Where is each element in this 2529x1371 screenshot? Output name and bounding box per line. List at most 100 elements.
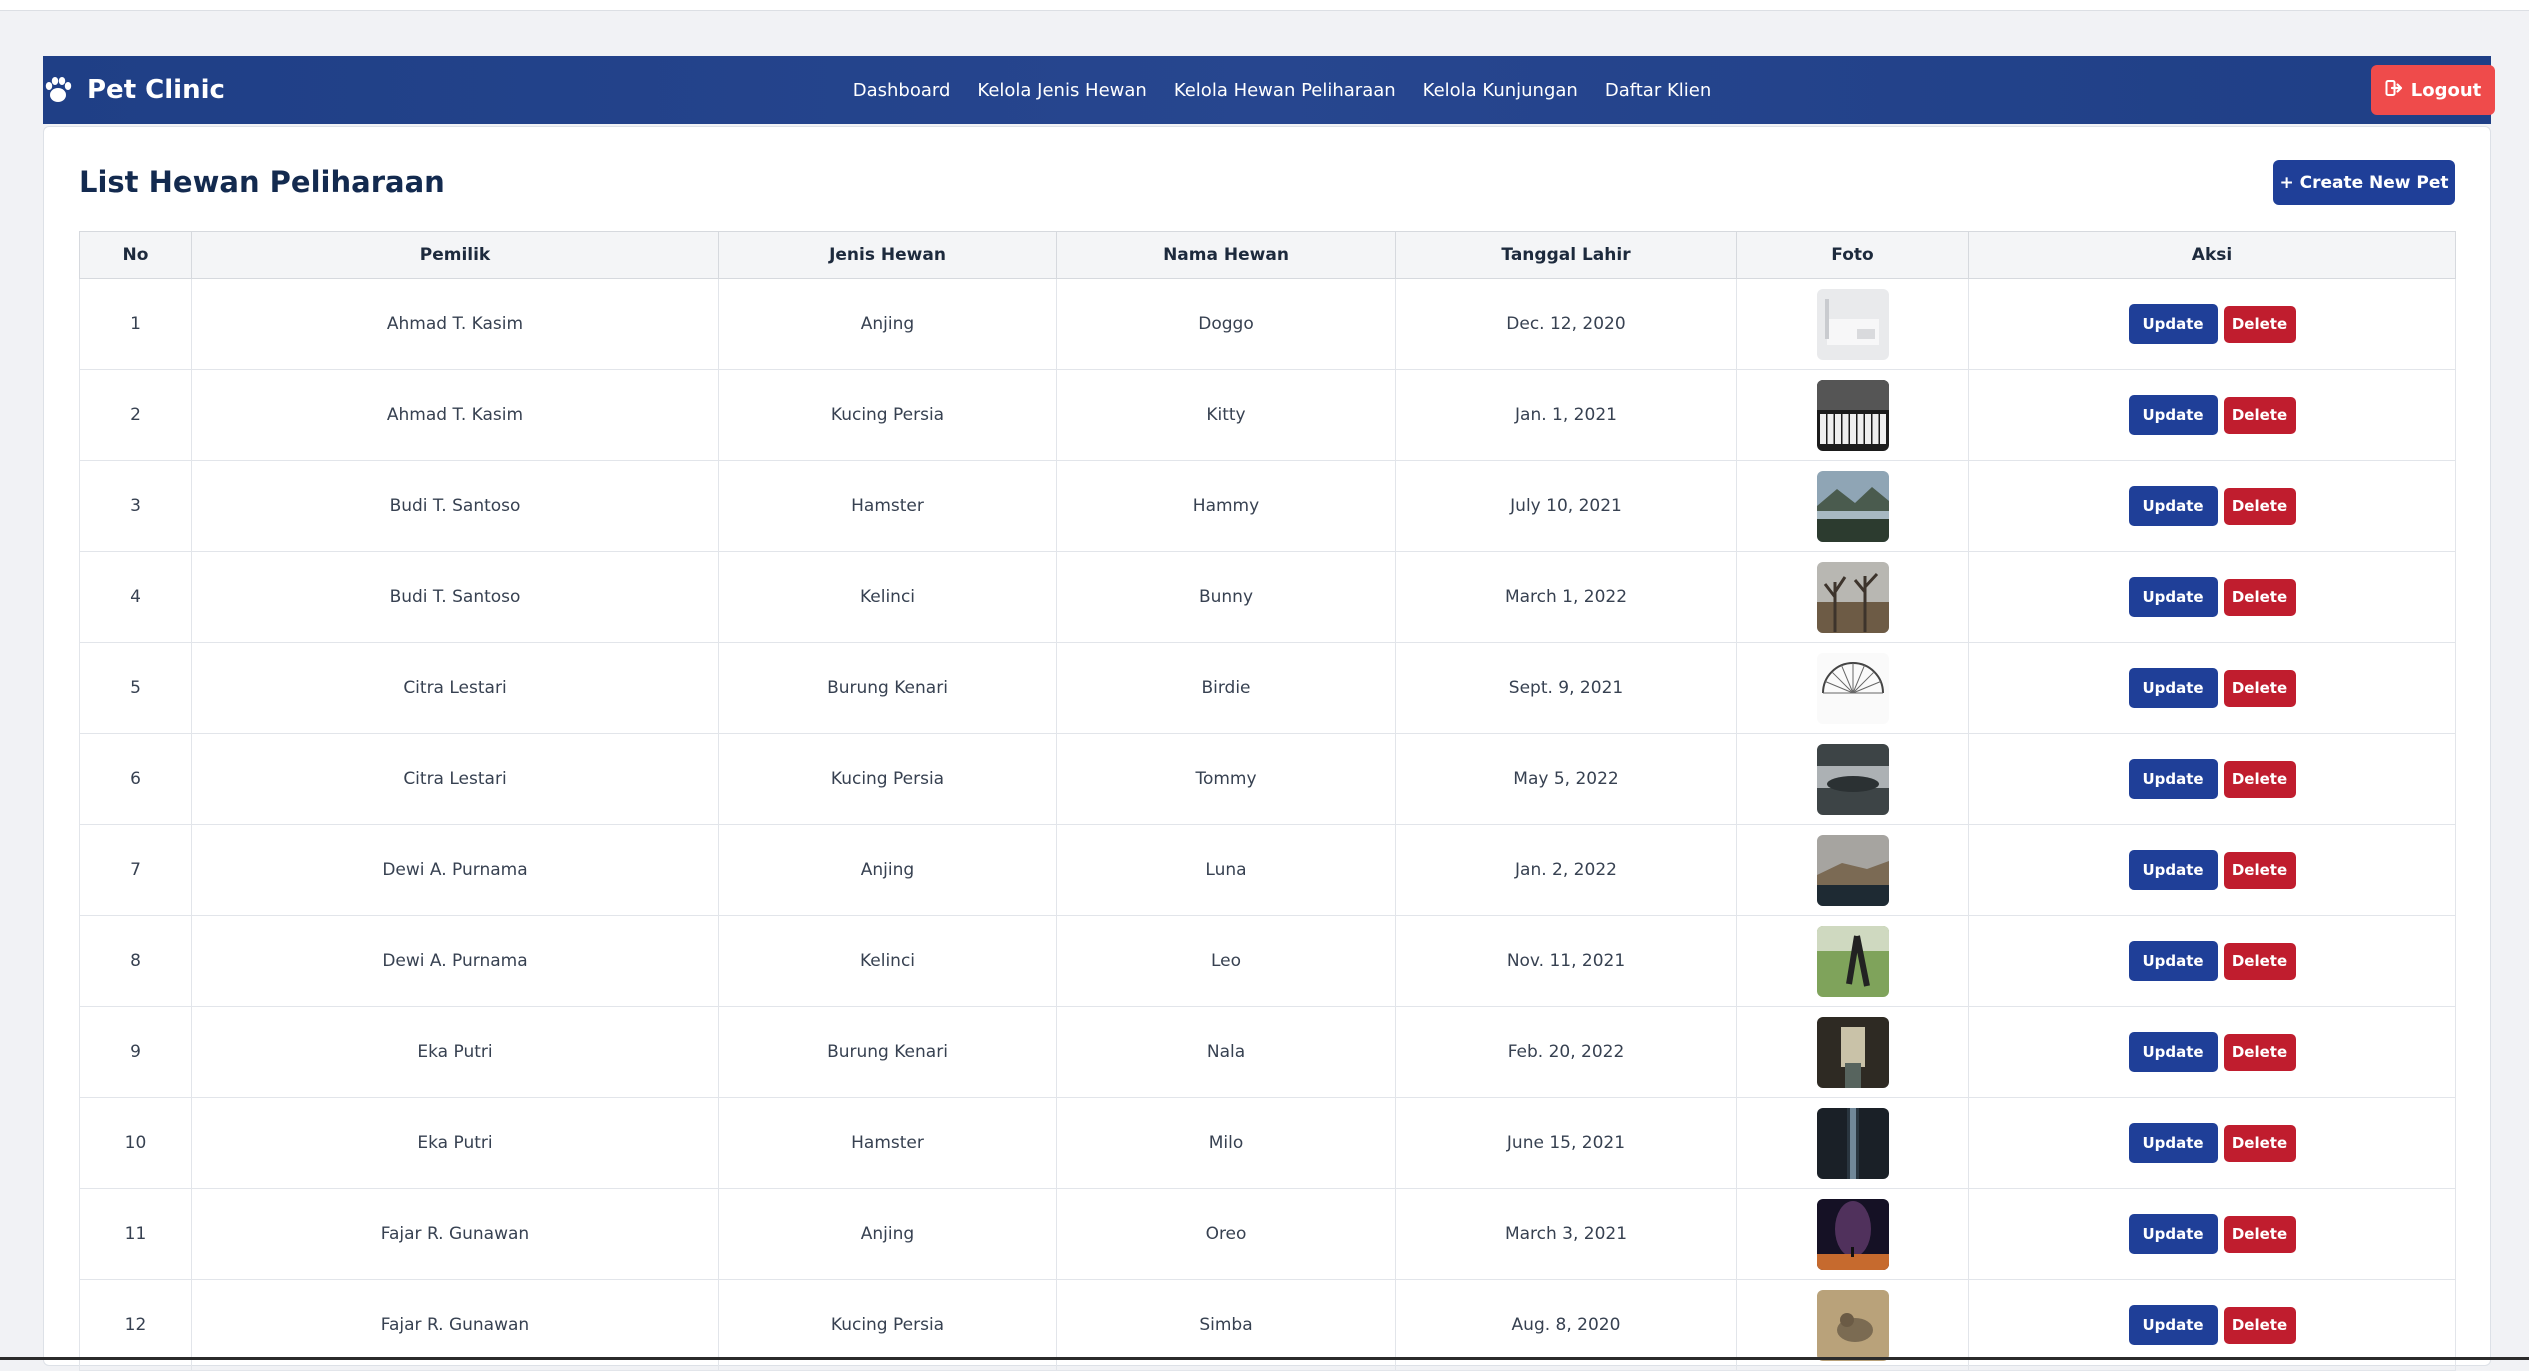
cell-aksi: Update Delete (1968, 1188, 2456, 1280)
cell-nama-hewan: Hammy (1056, 460, 1396, 552)
update-button[interactable]: Update (2128, 304, 2218, 344)
header-aksi: Aksi (1968, 231, 2456, 279)
cell-aksi: Update Delete (1968, 1097, 2456, 1189)
logout-button[interactable]: Logout (2371, 65, 2495, 115)
nav-kelola-hewan-peliharaan[interactable]: Kelola Hewan Peliharaan (1174, 80, 1396, 101)
header-no[interactable]: No (79, 231, 192, 279)
create-new-pet-button[interactable]: + Create New Pet (2273, 160, 2455, 205)
cell-jenis-hewan: Hamster (718, 460, 1057, 552)
header-jenis-hewan[interactable]: Jenis Hewan (718, 231, 1057, 279)
pet-photo (1816, 1198, 1889, 1270)
cell-aksi: Update Delete (1968, 278, 2456, 370)
cell-nama-hewan: Milo (1056, 1097, 1396, 1189)
delete-button[interactable]: Delete (2223, 1033, 2296, 1071)
table-row: 2 Ahmad T. Kasim Kucing Persia Kitty Jan. 1,… (79, 369, 2456, 461)
cell-foto (1736, 733, 1969, 825)
logout-icon (2385, 79, 2403, 102)
table-row: 9 Eka Putri Burung Kenari Nala Feb. 20, 2022… (79, 1006, 2456, 1098)
header-nama-hewan[interactable]: Nama Hewan (1056, 231, 1396, 279)
pet-photo (1816, 743, 1889, 815)
cell-tanggal-lahir: Nov. 11, 2021 (1395, 915, 1737, 1007)
cell-no: 2 (79, 369, 192, 461)
delete-button[interactable]: Delete (2223, 578, 2296, 616)
delete-button[interactable]: Delete (2223, 305, 2296, 343)
cell-foto (1736, 278, 1969, 370)
cell-no: 9 (79, 1006, 192, 1098)
cell-tanggal-lahir: March 3, 2021 (1395, 1188, 1737, 1280)
cell-aksi: Update Delete (1968, 733, 2456, 825)
row-actions: Update Delete (1969, 395, 2455, 435)
cell-foto (1736, 642, 1969, 734)
pet-photo (1816, 470, 1889, 542)
row-actions: Update Delete (1969, 850, 2455, 890)
table-row: 5 Citra Lestari Burung Kenari Birdie Sept. 9… (79, 642, 2456, 734)
cell-no: 5 (79, 642, 192, 734)
delete-button[interactable]: Delete (2223, 851, 2296, 889)
cell-pemilik: Citra Lestari (191, 642, 719, 734)
nav-kelola-jenis-hewan[interactable]: Kelola Jenis Hewan (977, 80, 1146, 101)
row-actions: Update Delete (1969, 941, 2455, 981)
cell-pemilik: Ahmad T. Kasim (191, 369, 719, 461)
update-button[interactable]: Update (2128, 1032, 2218, 1072)
cell-pemilik: Budi T. Santoso (191, 551, 719, 643)
cell-foto (1736, 1097, 1969, 1189)
cell-no: 6 (79, 733, 192, 825)
row-actions: Update Delete (1969, 486, 2455, 526)
cell-tanggal-lahir: May 5, 2022 (1395, 733, 1737, 825)
row-actions: Update Delete (1969, 1214, 2455, 1254)
update-button[interactable]: Update (2128, 941, 2218, 981)
pet-photo (1816, 1107, 1889, 1179)
update-button[interactable]: Update (2128, 577, 2218, 617)
header-pemilik[interactable]: Pemilik (191, 231, 719, 279)
cell-tanggal-lahir: June 15, 2021 (1395, 1097, 1737, 1189)
table-row: 7 Dewi A. Purnama Anjing Luna Jan. 2, 2022 Up… (79, 824, 2456, 916)
delete-button[interactable]: Delete (2223, 487, 2296, 525)
nav-kelola-kunjungan[interactable]: Kelola Kunjungan (1423, 80, 1578, 101)
cell-pemilik: Dewi A. Purnama (191, 915, 719, 1007)
table-header-row: No Pemilik Jenis Hewan Nama Hewan Tangga… (79, 231, 2456, 279)
cell-nama-hewan: Tommy (1056, 733, 1396, 825)
pet-photo (1816, 1016, 1889, 1088)
delete-button[interactable]: Delete (2223, 942, 2296, 980)
cell-aksi: Update Delete (1968, 915, 2456, 1007)
update-button[interactable]: Update (2128, 486, 2218, 526)
delete-button[interactable]: Delete (2223, 760, 2296, 798)
logout-label: Logout (2410, 79, 2482, 101)
header-tanggal-lahir[interactable]: Tanggal Lahir (1395, 231, 1737, 279)
table-row: 8 Dewi A. Purnama Kelinci Leo Nov. 11, 2021 U… (79, 915, 2456, 1007)
row-actions: Update Delete (1969, 1032, 2455, 1072)
update-button[interactable]: Update (2128, 1305, 2218, 1345)
nav-dashboard[interactable]: Dashboard (853, 80, 951, 101)
cell-aksi: Update Delete (1968, 551, 2456, 643)
update-button[interactable]: Update (2128, 850, 2218, 890)
cell-pemilik: Ahmad T. Kasim (191, 278, 719, 370)
table-row: 11 Fajar R. Gunawan Anjing Oreo March 3, 202… (79, 1188, 2456, 1280)
cell-foto (1736, 915, 1969, 1007)
cell-jenis-hewan: Kelinci (718, 915, 1057, 1007)
cell-no: 11 (79, 1188, 192, 1280)
cell-tanggal-lahir: March 1, 2022 (1395, 551, 1737, 643)
cell-nama-hewan: Birdie (1056, 642, 1396, 734)
delete-button[interactable]: Delete (2223, 1124, 2296, 1162)
cell-tanggal-lahir: Jan. 2, 2022 (1395, 824, 1737, 916)
update-button[interactable]: Update (2128, 1214, 2218, 1254)
cell-foto (1736, 551, 1969, 643)
row-actions: Update Delete (1969, 577, 2455, 617)
delete-button[interactable]: Delete (2223, 1306, 2296, 1344)
delete-button[interactable]: Delete (2223, 669, 2296, 707)
cell-nama-hewan: Leo (1056, 915, 1396, 1007)
cell-pemilik: Eka Putri (191, 1097, 719, 1189)
update-button[interactable]: Update (2128, 759, 2218, 799)
row-actions: Update Delete (1969, 759, 2455, 799)
cell-tanggal-lahir: July 10, 2021 (1395, 460, 1737, 552)
update-button[interactable]: Update (2128, 1123, 2218, 1163)
update-button[interactable]: Update (2128, 395, 2218, 435)
pets-table: No Pemilik Jenis Hewan Nama Hewan Tangga… (79, 231, 2456, 1371)
delete-button[interactable]: Delete (2223, 1215, 2296, 1253)
update-button[interactable]: Update (2128, 668, 2218, 708)
cell-pemilik: Fajar R. Gunawan (191, 1188, 719, 1280)
nav-daftar-klien[interactable]: Daftar Klien (1605, 80, 1711, 101)
cell-pemilik: Citra Lestari (191, 733, 719, 825)
delete-button[interactable]: Delete (2223, 396, 2296, 434)
cell-tanggal-lahir: Jan. 1, 2021 (1395, 369, 1737, 461)
